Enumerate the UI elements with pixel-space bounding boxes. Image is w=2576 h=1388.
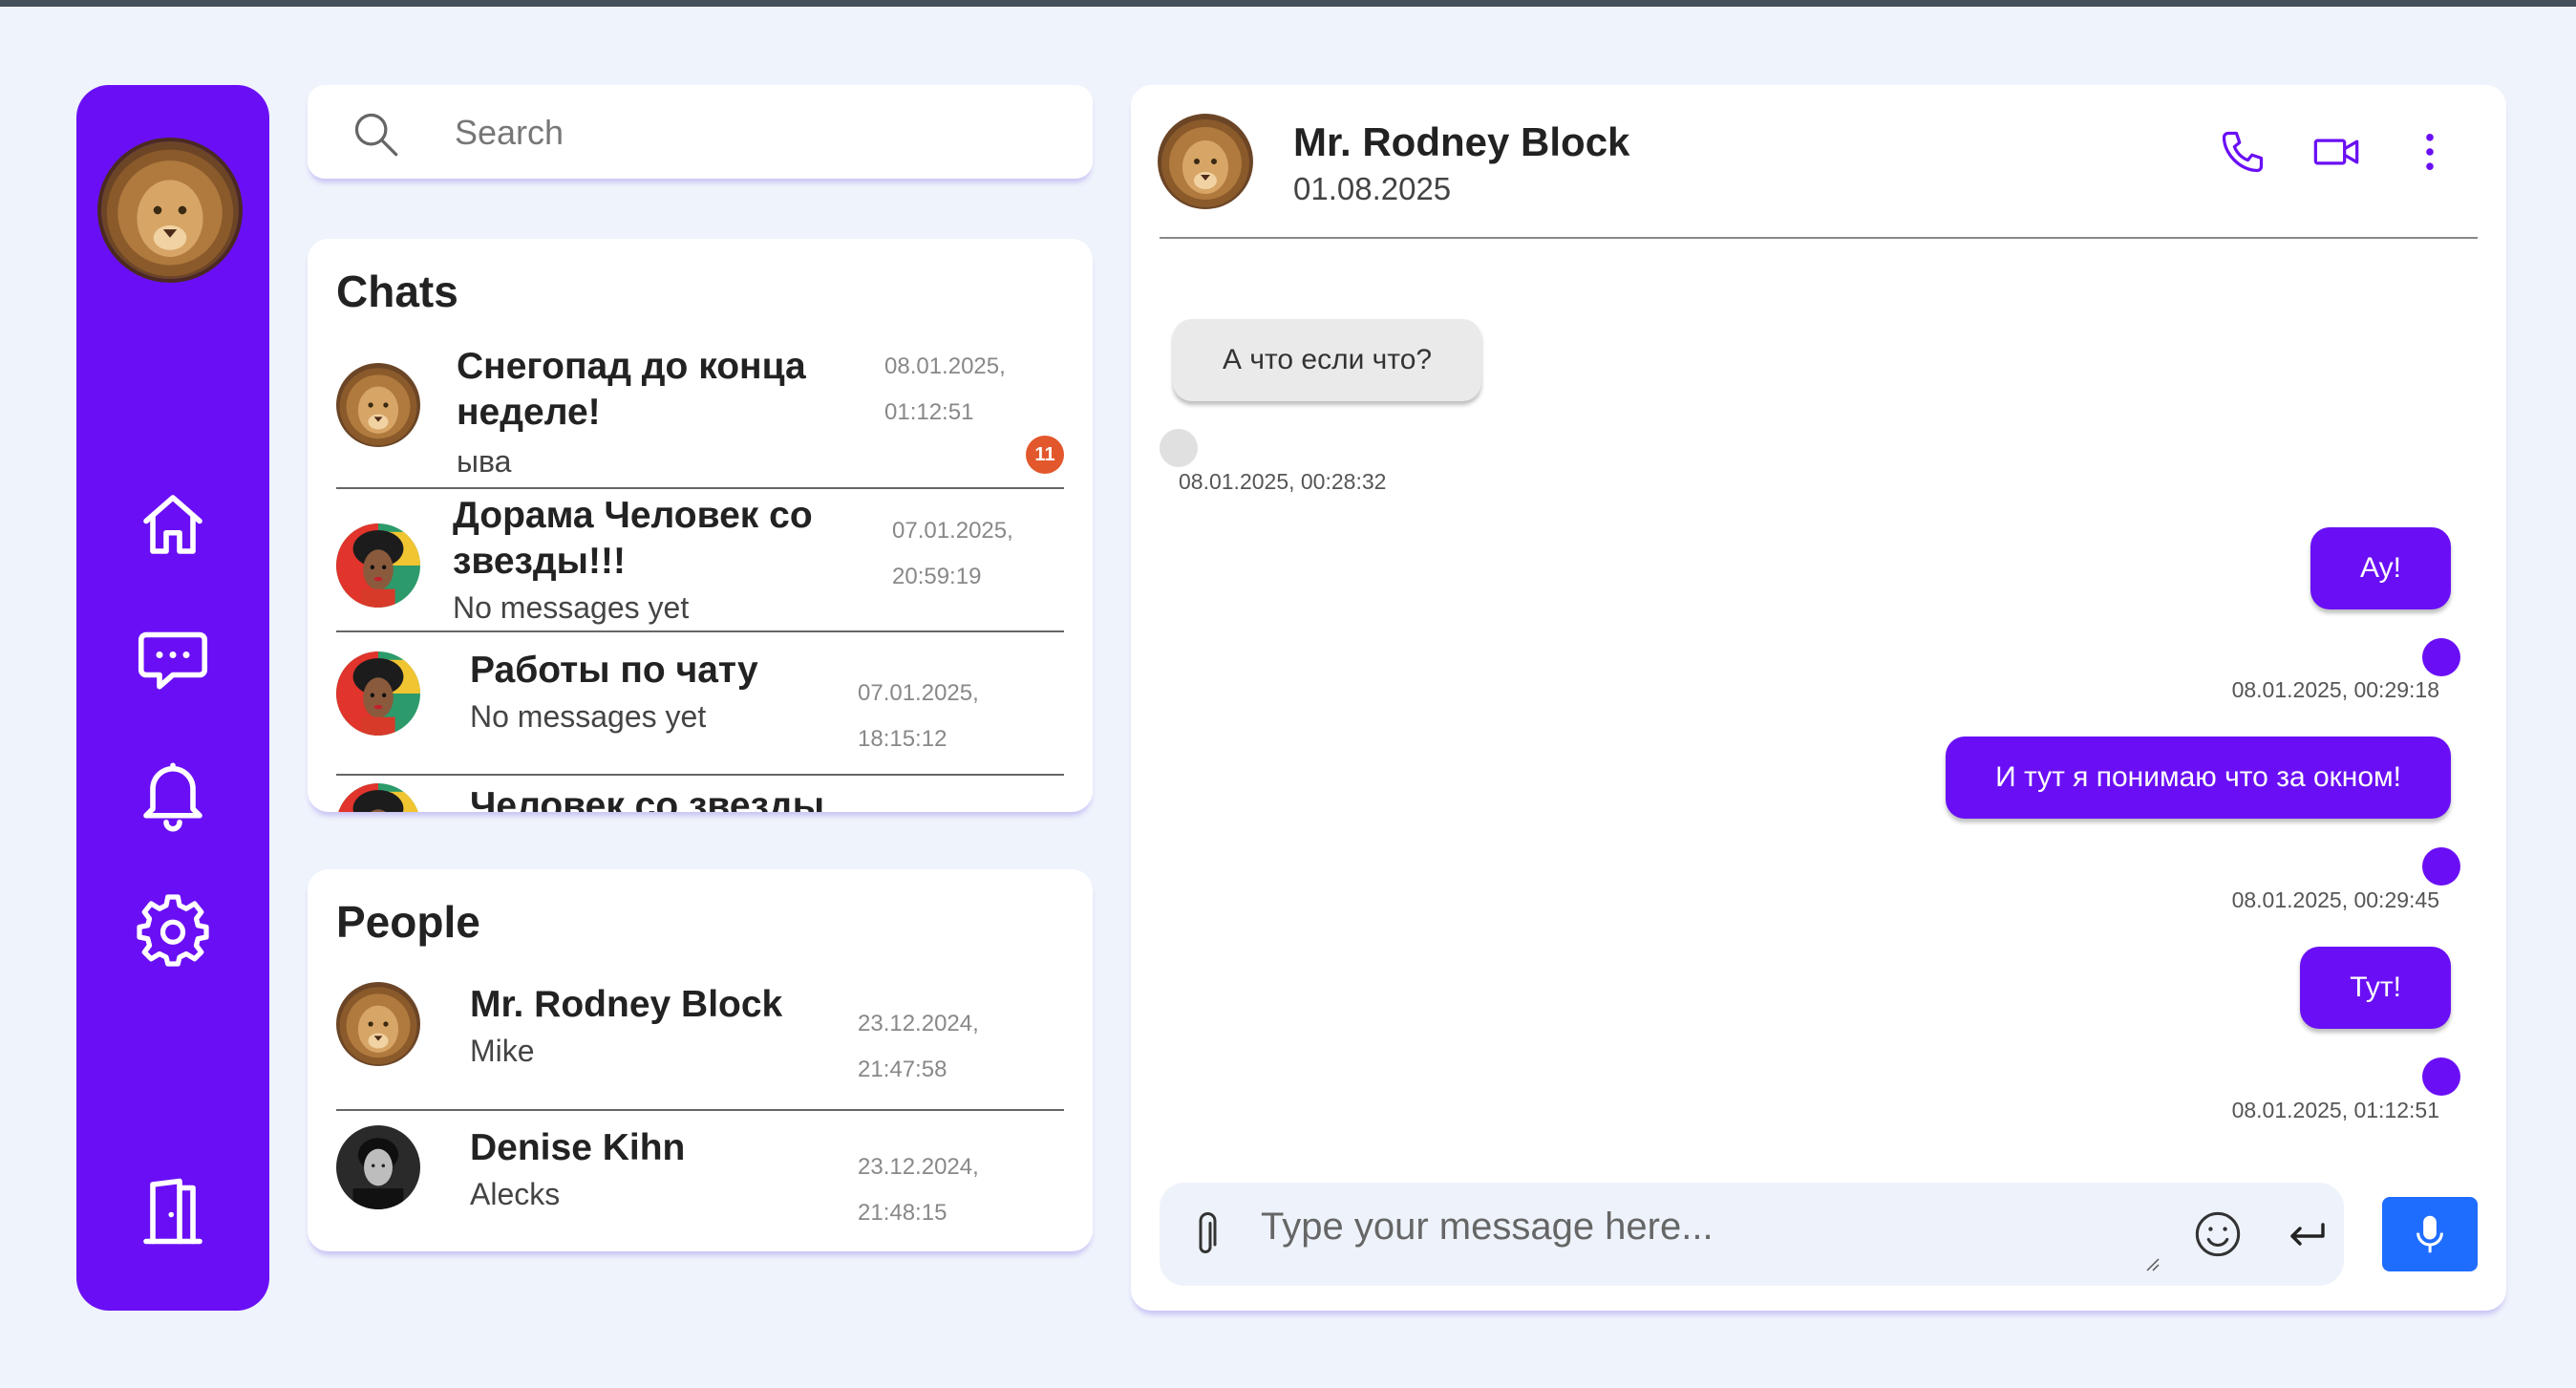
avatar (336, 363, 420, 447)
people-panel: People Mr. Rodney Block Mike 23.12.2024,… (308, 869, 1093, 1251)
message-time: 08.01.2025, 00:29:45 (2231, 887, 2439, 912)
search-bar (308, 85, 1093, 179)
person-name: Denise Kihn (470, 1127, 686, 1168)
send-enter-icon[interactable] (2285, 1211, 2331, 1257)
header-divider (1160, 237, 2478, 239)
chat-item[interactable]: Дорама Человек со звезды!!! No messages … (336, 489, 1064, 632)
chat-item[interactable]: Снегопад до конца неделе! ыва 08.01.2025… (336, 344, 1064, 489)
sender-avatar-dot (2422, 638, 2460, 676)
person-subtitle: Alecks (470, 1177, 561, 1211)
message-bubble-outgoing[interactable]: Ау! (2310, 527, 2451, 609)
avatar (336, 982, 420, 1066)
bell-icon[interactable] (133, 754, 213, 834)
person-item[interactable]: Denise Kihn Alecks 23.12.2024, 21:48:15 (336, 1125, 1064, 1230)
chat-time: 01:12:51 (884, 399, 974, 425)
chat-date: 08.01.2025, (884, 353, 1006, 379)
message-time: 08.01.2025, 01:12:51 (2231, 1098, 2439, 1122)
emoji-icon[interactable] (2193, 1209, 2243, 1259)
person-time: 23.12.2024, 21:47:58 (858, 1011, 979, 1082)
chat-item[interactable]: Работы по чату No messages yet 07.01.202… (336, 632, 1064, 776)
chat-name-line2: звезды!!! (453, 541, 626, 582)
logout-door-icon[interactable] (133, 1171, 213, 1251)
person-name: Mr. Rodney Block (470, 984, 783, 1025)
avatar (336, 1125, 420, 1209)
conversation-panel: Mr. Rodney Block 01.08.2025 А что если ч… (1131, 85, 2506, 1311)
message-time: 08.01.2025, 00:29:18 (2231, 677, 2439, 702)
message-time: 08.01.2025, 00:28:32 (1179, 469, 1387, 494)
divider (336, 1109, 1064, 1111)
chats-title: Chats (336, 267, 458, 316)
sender-avatar-dot (2422, 847, 2460, 886)
resize-handle-icon[interactable] (2143, 1255, 2161, 1272)
chat-preview: ыва (457, 444, 512, 479)
home-icon[interactable] (133, 484, 213, 565)
phone-icon[interactable] (2218, 127, 2267, 177)
message-bubble-incoming[interactable]: А что если что? (1173, 319, 1482, 401)
window-top-bar (0, 0, 2576, 7)
contact-avatar[interactable] (1158, 114, 1253, 209)
paperclip-icon[interactable] (1188, 1211, 1223, 1259)
chat-time: 20:59:19 (892, 564, 982, 589)
gear-icon[interactable] (133, 890, 213, 971)
divider (336, 774, 1064, 776)
microphone-icon (2416, 1215, 2443, 1253)
chat-bubble-icon[interactable] (133, 618, 213, 698)
message-input[interactable] (1259, 1204, 2170, 1272)
sidebar (76, 85, 269, 1311)
chat-date: 07.01.2025, (892, 518, 1013, 544)
chat-preview: No messages yet (470, 699, 707, 734)
chat-name: Снегопад до конца (457, 346, 806, 387)
person-item[interactable]: Mr. Rodney Block Mike 23.12.2024, 21:47:… (336, 982, 1064, 1125)
chat-name-line2: неделе! (457, 392, 601, 433)
person-time: 23.12.2024, 21:48:15 (858, 1154, 979, 1226)
search-input[interactable] (453, 106, 1049, 160)
sender-avatar-dot (1160, 429, 1198, 467)
contact-date: 01.08.2025 (1293, 171, 1452, 206)
contact-name: Mr. Rodney Block (1293, 119, 1630, 164)
message-bubble-outgoing[interactable]: Тут! (2300, 947, 2451, 1029)
avatar (336, 523, 420, 608)
chat-name: Работы по чату (470, 650, 758, 691)
sender-avatar-dot (2422, 1057, 2460, 1096)
message-composer (1160, 1183, 2344, 1286)
people-title: People (336, 897, 480, 947)
avatar (336, 783, 420, 812)
search-icon (354, 113, 398, 157)
voice-record-button[interactable] (2382, 1197, 2478, 1271)
avatar (336, 651, 420, 736)
chat-preview: No messages yet (453, 590, 690, 625)
chat-item[interactable]: Человек со звезды (336, 783, 1064, 812)
chat-time: 07.01.2025, 18:15:12 (858, 680, 979, 752)
chats-panel: Chats Снегопад до конца неделе! ыва 08.0… (308, 239, 1093, 812)
chat-name: Дорама Человек со (453, 495, 813, 536)
user-avatar[interactable] (97, 138, 243, 283)
chat-name: Человек со звезды (470, 785, 825, 812)
person-subtitle: Mike (470, 1034, 535, 1068)
more-vertical-icon[interactable] (2405, 127, 2455, 177)
video-camera-icon[interactable] (2311, 127, 2361, 177)
unread-badge: 11 (1026, 436, 1064, 474)
message-bubble-outgoing[interactable]: И тут я понимаю что за окном! (1946, 737, 2451, 819)
